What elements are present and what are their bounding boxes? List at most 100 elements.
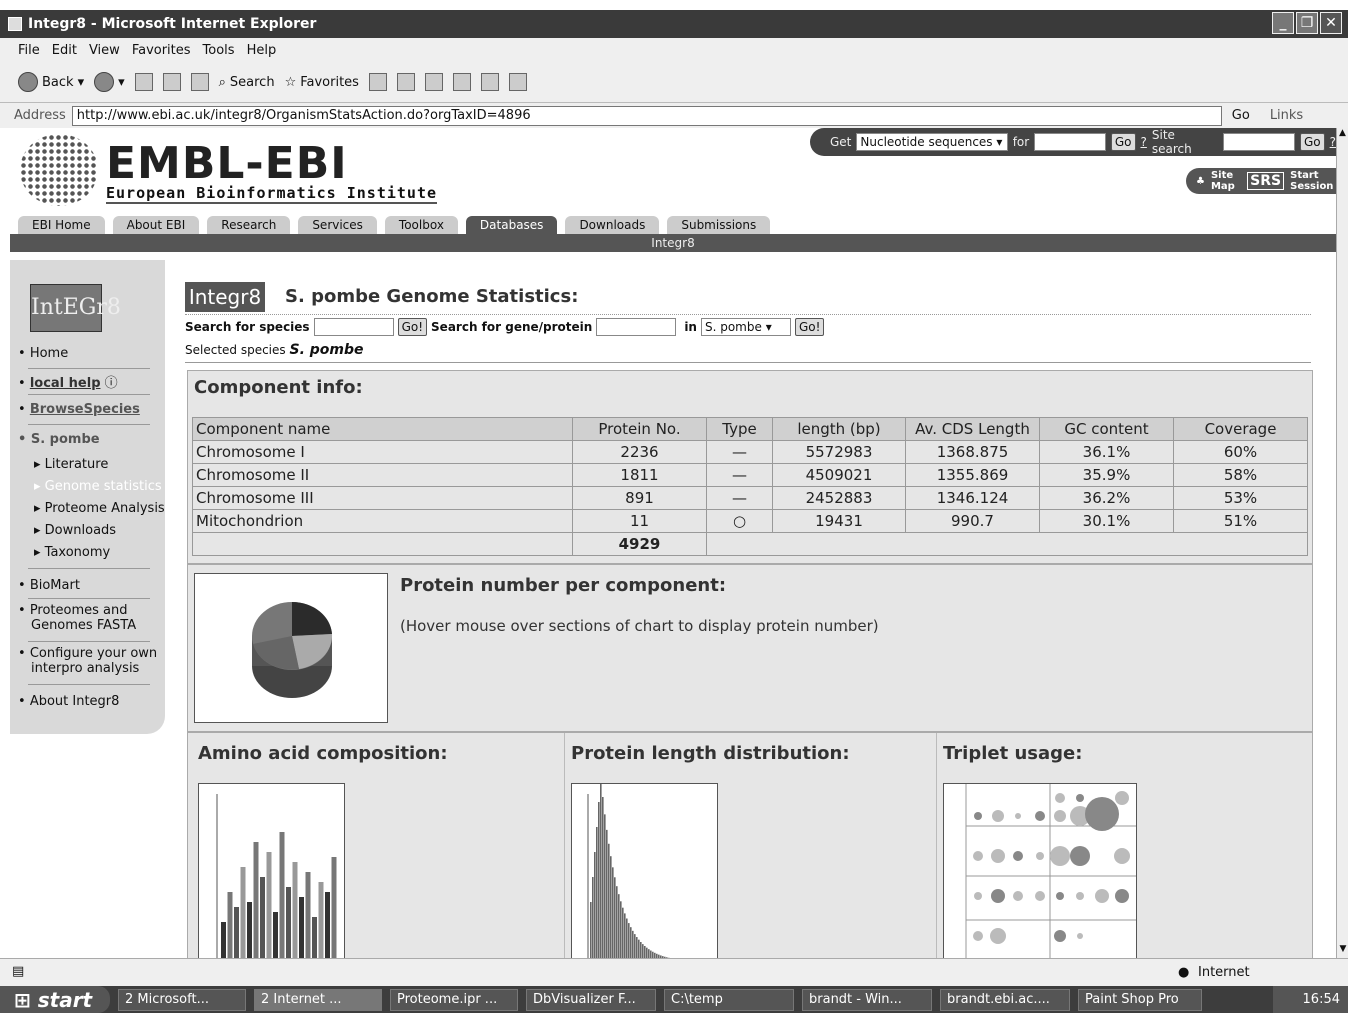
favorites-button[interactable]: ☆ Favorites [285,75,359,90]
component-name-cell[interactable]: Chromosome II [192,463,573,487]
sidebar-item-configure[interactable]: • Configure your own interpro analysis [18,646,158,676]
integr8-badge: Integr8 [185,282,265,312]
maximize-button[interactable]: ❐ [1296,12,1318,34]
sidebar-item-proteome-analysis[interactable]: ▸ Proteome Analysis [34,501,165,516]
chart-bar [642,944,644,958]
address-input[interactable]: http://www.ebi.ac.uk/integr8/OrganismSta… [71,105,1222,126]
task-button[interactable]: Proteome.ipr ... [390,988,518,1011]
srs-logo[interactable]: SRS [1247,172,1285,190]
messenger-icon[interactable] [508,73,527,91]
chart-bubble [1035,811,1045,821]
sidebar-item-proteomes[interactable]: • Proteomes and Genomes FASTA [18,603,158,633]
scroll-down-icon[interactable]: ▼ [1337,944,1348,958]
forward-button[interactable]: ▾ [94,72,125,92]
menu-edit[interactable]: Edit [52,43,77,58]
tab-research[interactable]: Research [207,216,291,234]
back-button[interactable]: Back ▾ [18,72,84,92]
sidebar-item-about[interactable]: • About Integr8 [18,694,119,709]
go-button[interactable]: Go [1232,108,1250,123]
component-name-cell[interactable]: Mitochondrion [192,509,573,533]
sidebar-item-genome-statistics[interactable]: ▸ Genome statistics [34,479,162,494]
mail-icon[interactable] [396,73,415,91]
task-button[interactable]: DbVisualizer F... [526,988,656,1011]
stop-icon[interactable] [134,73,153,91]
refresh-icon[interactable] [162,73,181,91]
home-icon[interactable] [190,73,209,91]
triplet-usage-chart[interactable] [943,783,1137,958]
site-search-input[interactable] [1223,133,1295,151]
protein-length-chart[interactable] [571,783,718,958]
start-session-link[interactable]: Start Session [1290,170,1336,192]
get-go-button[interactable]: Go [1110,133,1136,151]
component-name-cell[interactable]: Chromosome III [192,486,573,510]
chart-bar [273,912,278,958]
chart-bubble [1056,892,1064,900]
site-search-go-button[interactable]: Go [1299,133,1325,151]
species-select[interactable]: S. pombe ▾ [700,318,791,336]
menu-help[interactable]: Help [247,43,277,58]
site-search-label: Site search [1151,128,1192,156]
discuss-icon[interactable] [480,73,499,91]
task-button[interactable]: C:\temp [664,988,794,1011]
sidebar-item-biomart[interactable]: • BioMart [18,578,80,593]
sidebar-item-literature[interactable]: ▸ Literature [34,457,108,472]
start-button[interactable]: ⊞ start [0,986,110,1013]
get-help-link[interactable]: ? [1141,135,1147,149]
menu-favorites[interactable]: Favorites [132,43,191,58]
get-select[interactable]: Nucleotide sequences ▾ [856,133,1008,151]
component-name-cell[interactable]: Chromosome I [192,440,573,464]
gene-search-input[interactable] [596,318,677,336]
tab-databases[interactable]: Databases [465,216,558,234]
protein-per-component-panel: Protein number per component: (Hover mou… [187,564,1313,732]
print-icon[interactable] [424,73,443,91]
edit-icon[interactable] [452,73,471,91]
taskbar: ⊞ start 2 Microsoft... 2 Internet ... Pr… [0,986,1348,1013]
links-label[interactable]: Links [1270,108,1303,123]
chart-bar [305,872,311,958]
search-divider [185,362,1311,363]
genome-statistics-label: Genome statistics [44,479,162,494]
site-map-link[interactable]: Site Map [1211,170,1241,192]
species-go-button[interactable]: Go! [397,318,428,336]
sidebar-item-species[interactable]: • S. pombe [18,432,100,447]
chart-bubble [1076,892,1084,900]
tab-about-ebi[interactable]: About EBI [112,216,200,234]
task-button[interactable]: 2 Microsoft... [118,988,246,1011]
sidebar-item-downloads[interactable]: ▸ Downloads [34,523,116,538]
tab-downloads[interactable]: Downloads [565,216,660,234]
species-search-input[interactable] [313,318,394,336]
menu-tools[interactable]: Tools [203,43,235,58]
minimize-button[interactable]: _ [1272,12,1294,34]
tab-services[interactable]: Services [298,216,377,234]
sidebar-item-local-help[interactable]: • local help ⓘ [18,372,118,391]
menu-view[interactable]: View [89,43,120,58]
pie-slice-chromosome-i[interactable] [292,601,332,636]
for-input[interactable] [1034,133,1106,151]
vertical-scrollbar[interactable]: ▲ ▼ [1336,128,1348,958]
history-icon[interactable] [368,73,387,91]
sidebar-item-browse-species[interactable]: • BrowseSpecies [18,402,140,417]
tab-submissions[interactable]: Submissions [667,216,771,234]
tab-ebi-home[interactable]: EBI Home [18,216,105,234]
sidebar-item-taxonomy[interactable]: ▸ Taxonomy [34,545,110,560]
integr8-logo[interactable]: IntEGr8 [30,284,121,332]
search-button[interactable]: ⌕ Search [219,75,275,90]
chart-bar [598,802,600,958]
chart-bubble [1013,851,1023,861]
pie-chart[interactable] [194,573,388,723]
amino-acid-chart[interactable] [198,783,345,958]
ebi-logo[interactable]: EMBL-EBI [106,138,348,189]
task-button[interactable]: brandt - Win... [802,988,932,1011]
pie-heading: Protein number per component: [400,575,727,596]
table-cell: 60% [1173,440,1308,464]
tab-toolbox[interactable]: Toolbox [384,216,458,234]
close-button[interactable]: ✕ [1320,12,1342,34]
menu-file[interactable]: File [18,43,40,58]
task-button[interactable]: Paint Shop Pro [1078,988,1202,1011]
task-button[interactable]: brandt.ebi.ac.... [940,988,1070,1011]
gene-go-button[interactable]: Go! [794,318,825,336]
task-button[interactable]: 2 Internet ... [254,988,382,1011]
for-label: for [1012,135,1030,149]
scroll-up-icon[interactable]: ▲ [1337,128,1348,142]
sidebar-item-home[interactable]: • Home [18,346,68,361]
